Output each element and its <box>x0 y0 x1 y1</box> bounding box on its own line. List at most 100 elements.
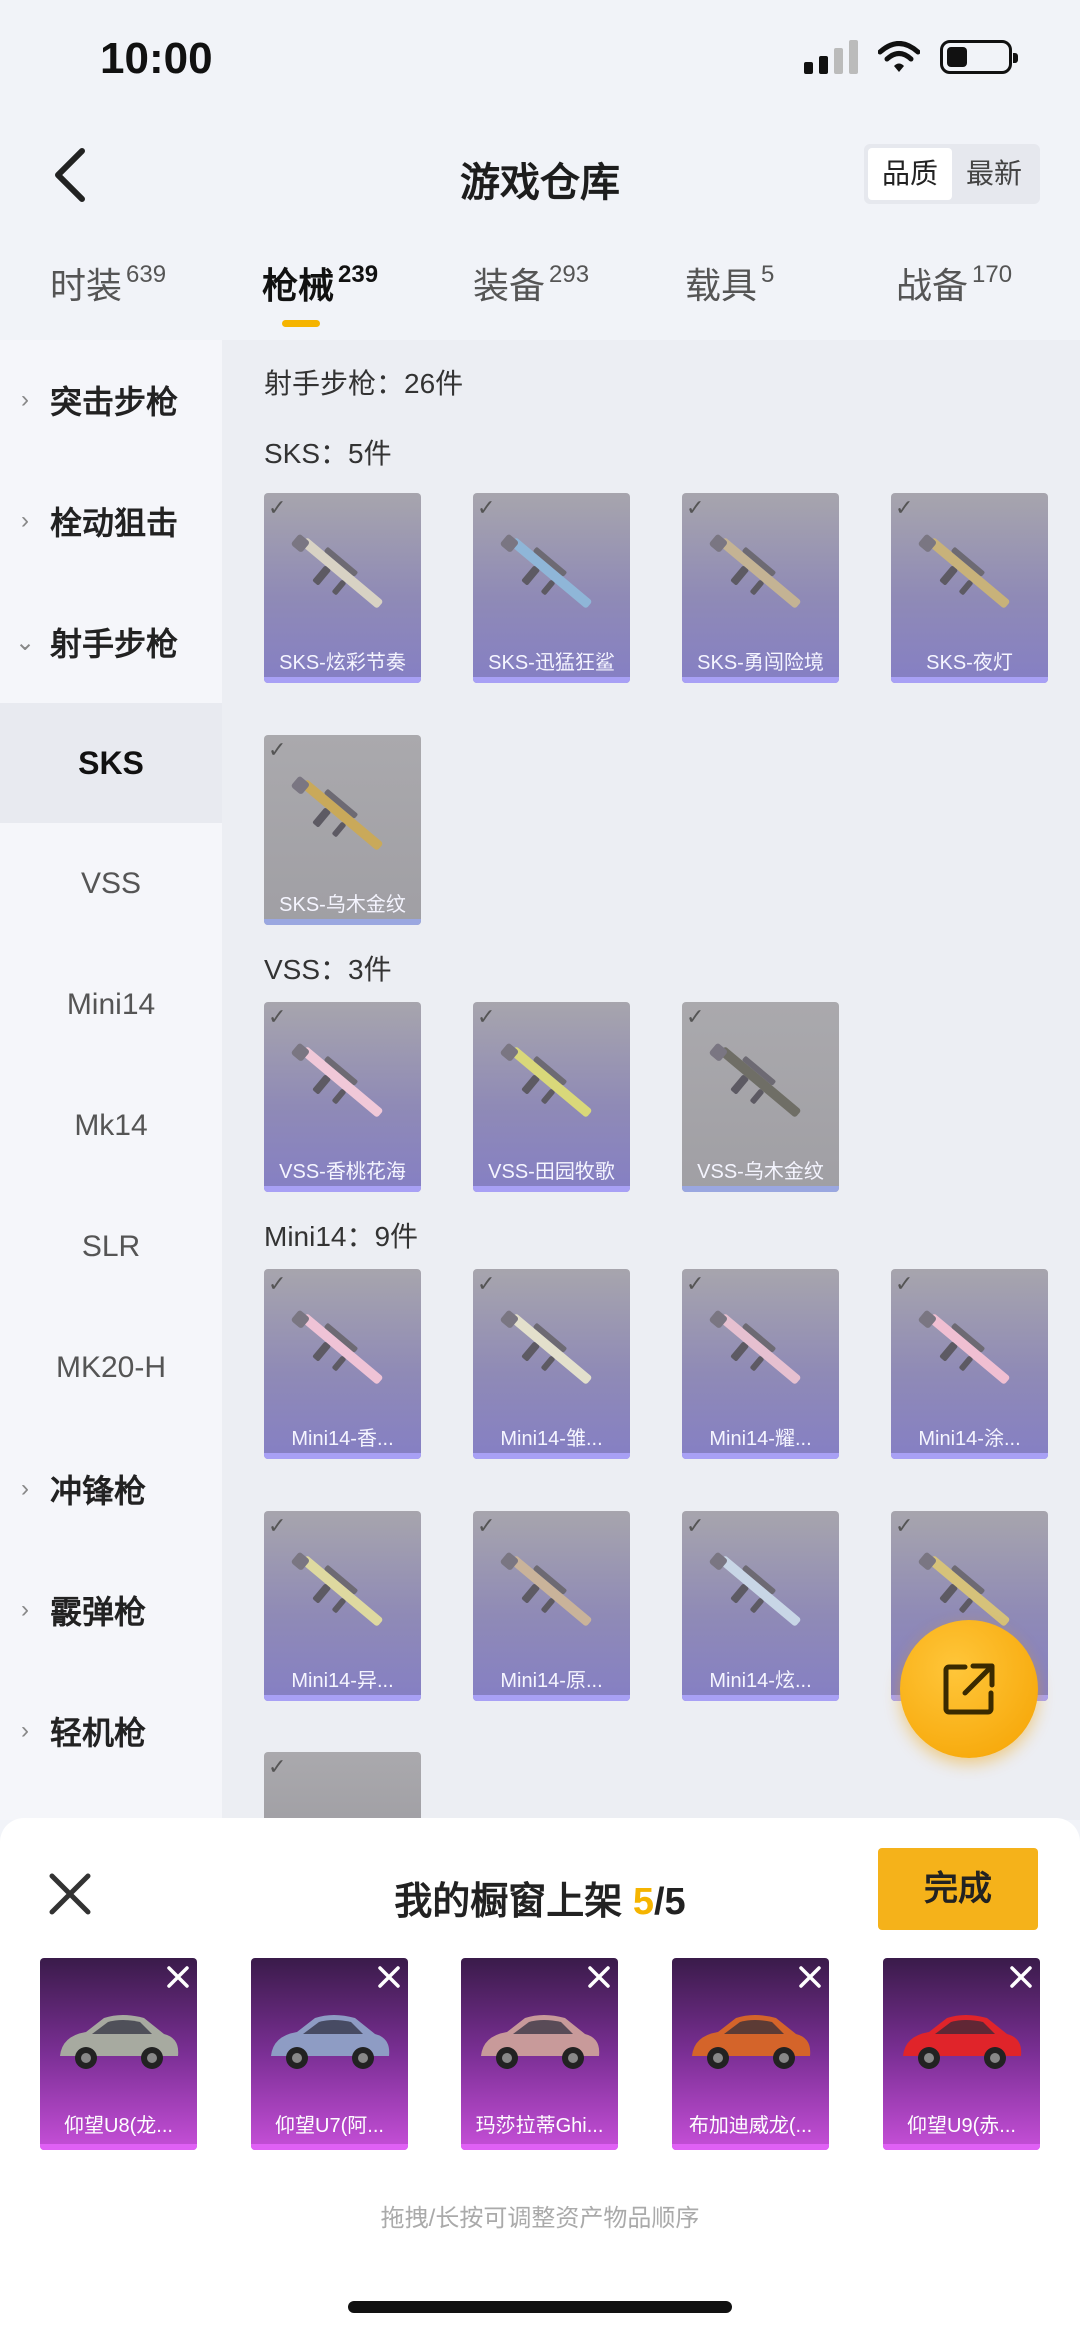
item-card[interactable]: ✓ Mini14-涂... <box>891 1269 1048 1459</box>
item-card[interactable]: ✓ SKS-夜灯 <box>891 493 1048 683</box>
sks-header: SKS：5件 <box>264 438 392 469</box>
sidebar-sub-mini14[interactable]: Mini14 <box>0 945 222 1065</box>
sidebar-item-lmg[interactable]: › 轻机枪 <box>0 1671 222 1791</box>
item-card-label: Mini14-异... <box>291 1670 394 1692</box>
remove-item-button[interactable] <box>580 1958 618 1996</box>
close-icon <box>799 1966 821 1988</box>
item-card[interactable]: ✓ SKS-乌木金纹 <box>264 735 421 925</box>
showcase-item-card[interactable]: 仰望U9(赤... <box>883 1958 1040 2150</box>
gun-image <box>500 1043 592 1117</box>
sidebar-item-assault-rifle[interactable]: › 突击步枪 <box>0 340 222 460</box>
item-grid-area[interactable]: 射手步枪：26件 SKS：5件 ✓ SKS-炫彩节奏 ✓ SKS-迅猛狂鲨 ✓ SKS-勇… <box>222 340 1080 1820</box>
showcase-item-card[interactable]: 仰望U7(阿... <box>251 1958 408 2150</box>
remove-item-button[interactable] <box>791 1958 829 1996</box>
remove-item-button[interactable] <box>1002 1958 1040 1996</box>
sidebar-item-shotgun[interactable]: › 霰弹枪 <box>0 1550 222 1670</box>
signal-icon <box>804 40 858 74</box>
item-card[interactable]: ✓ VSS-乌木金纹 <box>682 1002 839 1192</box>
gun-image <box>291 534 383 608</box>
gun-image <box>291 1552 383 1626</box>
gun-image <box>291 776 383 850</box>
item-card-label: Mini14-炫... <box>709 1670 812 1692</box>
rarity-bar <box>473 677 630 683</box>
showcase-item-card[interactable]: 布加迪威龙(... <box>672 1958 829 2150</box>
remove-item-button[interactable] <box>370 1958 408 1996</box>
rarity-bar <box>672 2144 829 2150</box>
tab-count: 170 <box>972 261 1013 288</box>
tab-label: 时装 <box>50 265 123 306</box>
chevron-right-icon: › <box>21 507 29 534</box>
gun-image <box>709 1043 801 1117</box>
sort-newest-button[interactable]: 最新 <box>952 148 1036 200</box>
item-card-label: Mini14-雏... <box>500 1428 603 1450</box>
sidebar-item-label: 霰弹枪 <box>50 1594 147 1630</box>
status-time: 10:00 <box>100 34 213 83</box>
item-card-label: VSS-香桃花海 <box>279 1161 406 1183</box>
sidebar-sub-mk20h[interactable]: MK20-H <box>0 1308 222 1428</box>
chevron-right-icon: › <box>21 1475 29 1502</box>
item-card[interactable]: ✓ SKS-炫彩节奏 <box>264 493 421 683</box>
item-card[interactable]: ✓ VSS-香桃花海 <box>264 1002 421 1192</box>
car-image <box>271 2015 390 2069</box>
item-card[interactable]: ✓ SKS-迅猛狂鲨 <box>473 493 630 683</box>
sidebar-item-marksman-rifle[interactable]: ⌄ 射手步枪 <box>0 582 222 702</box>
external-link-icon <box>943 1663 995 1715</box>
tab-label: 装备 <box>473 265 546 306</box>
item-card[interactable]: ✓ Mini14-雏... <box>473 1269 630 1459</box>
sidebar-sub-slr[interactable]: SLR <box>0 1187 222 1307</box>
mini14-header: Mini14：9件 <box>264 1221 419 1252</box>
sidebar-sub-sks[interactable]: SKS <box>0 703 222 823</box>
rarity-bar <box>251 2144 408 2150</box>
item-card[interactable]: ✓ Mini14-原... <box>473 1511 630 1701</box>
sort-quality-button[interactable]: 品质 <box>867 148 952 200</box>
item-card[interactable]: ✓ SKS-勇闯险境 <box>682 493 839 683</box>
sidebar-sub-vss[interactable]: VSS <box>0 824 222 944</box>
rarity-bar <box>891 677 1048 683</box>
home-indicator <box>348 2301 732 2313</box>
item-card-label: Mini14-原... <box>500 1670 603 1692</box>
item-card-partial[interactable]: ✓ <box>264 1752 421 1820</box>
showcase-item-label: 仰望U7(阿... <box>275 2115 384 2137</box>
gun-image <box>500 1552 592 1626</box>
item-card[interactable]: ✓ VSS-田园牧歌 <box>473 1002 630 1192</box>
tab-supplies[interactable]: 战备 170 <box>896 257 1012 309</box>
showcase-item-card[interactable]: 仰望U8(龙... <box>40 1958 197 2150</box>
item-card[interactable]: ✓ Mini14-耀... <box>682 1269 839 1459</box>
car-image <box>692 2015 811 2069</box>
close-icon <box>1010 1966 1032 1988</box>
tab-count: 639 <box>126 261 167 288</box>
item-card-label: SKS-迅猛狂鲨 <box>488 652 615 674</box>
chevron-right-icon: › <box>21 1596 29 1623</box>
check-icon: ✓ <box>268 1754 287 1779</box>
wifi-icon <box>878 41 920 72</box>
tab-underline <box>282 320 320 327</box>
sidebar-item-label: 轻机枪 <box>50 1715 147 1751</box>
tab-equipment[interactable]: 装备 293 <box>473 257 589 309</box>
tab-fashion[interactable]: 时装 639 <box>50 257 166 309</box>
rarity-bar <box>682 677 839 683</box>
item-card[interactable]: ✓ Mini14-异... <box>264 1511 421 1701</box>
tab-label: 战备 <box>896 265 969 306</box>
item-card[interactable]: ✓ Mini14-炫... <box>682 1511 839 1701</box>
sidebar-item-label: 突击步枪 <box>50 384 179 420</box>
showcase-item-label: 仰望U9(赤... <box>907 2115 1016 2137</box>
tab-count: 293 <box>549 261 590 288</box>
sidebar-item-bolt-sniper[interactable]: › 栓动狙击 <box>0 461 222 581</box>
tab-guns[interactable]: 枪械 239 <box>262 257 378 309</box>
done-button[interactable]: 完成 <box>878 1848 1038 1930</box>
showcase-item-card[interactable]: 玛莎拉蒂Ghi... <box>461 1958 618 2150</box>
item-card-label: SKS-乌木金纹 <box>279 894 406 916</box>
item-card-label: VSS-田园牧歌 <box>488 1161 615 1183</box>
gun-image <box>291 1310 383 1384</box>
remove-item-button[interactable] <box>159 1958 197 1996</box>
item-card[interactable]: ✓ Mini14-香... <box>264 1269 421 1459</box>
close-icon <box>588 1966 610 1988</box>
gun-image <box>918 1310 1010 1384</box>
sidebar-sub-mk14[interactable]: Mk14 <box>0 1066 222 1186</box>
tab-vehicles[interactable]: 载具 5 <box>685 257 774 309</box>
close-icon <box>378 1966 400 1988</box>
sidebar-item-smg[interactable]: › 冲锋枪 <box>0 1429 222 1549</box>
panel-title-text: 我的橱窗上架 <box>394 1881 623 1923</box>
share-button[interactable] <box>900 1620 1038 1758</box>
status-bar: 10:00 <box>0 0 1080 120</box>
